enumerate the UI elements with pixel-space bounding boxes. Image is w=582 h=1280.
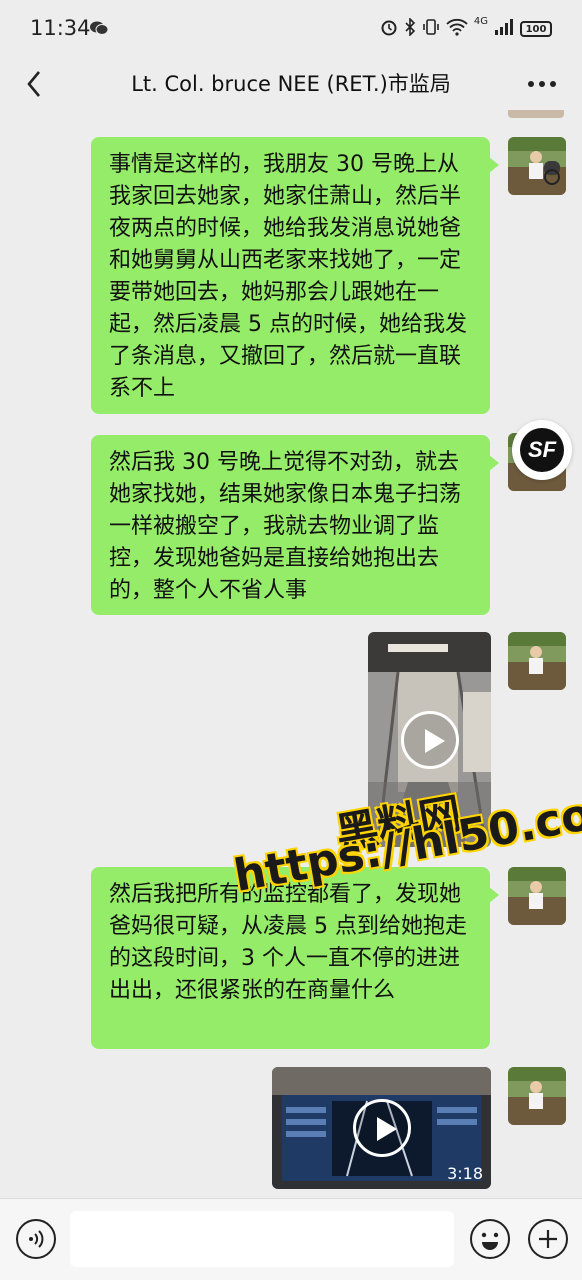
status-icons: 4G 100 <box>380 16 552 42</box>
sf-logo-icon: SF <box>520 428 564 472</box>
voice-input-button[interactable] <box>16 1219 56 1259</box>
play-icon[interactable] <box>400 710 459 769</box>
avatar[interactable] <box>508 867 566 925</box>
sf-express-floating-button[interactable]: SF <box>512 420 572 480</box>
wechat-notification-icon <box>90 20 109 35</box>
back-button[interactable] <box>14 64 54 104</box>
network-type-label: 4G <box>473 16 488 27</box>
more-options-button[interactable] <box>520 66 564 102</box>
video-message[interactable] <box>368 632 491 847</box>
vibrate-icon <box>422 18 440 40</box>
avatar[interactable] <box>508 632 566 690</box>
voice-icon <box>29 1230 44 1248</box>
avatar[interactable] <box>508 1067 566 1125</box>
battery-icon: 100 <box>520 21 552 37</box>
chat-title: Lt. Col. bruce NEE (RET.)市监局 <box>131 72 451 96</box>
message-bubble[interactable]: 然后我把所有的监控都看了，发现她爸妈很可疑，从凌晨 5 点到给她抱走的这段时间，… <box>91 867 499 1049</box>
plus-icon <box>539 1230 557 1248</box>
message-text: 事情是这样的，我朋友 30 号晚上从我家回去她家，她家住萧山，然后半夜两点的时候… <box>109 152 467 401</box>
status-time: 11:34 <box>30 16 91 40</box>
battery-level: 100 <box>525 23 547 35</box>
chevron-left-icon <box>27 71 40 97</box>
video-message[interactable]: 3:18 <box>272 1067 491 1189</box>
previous-message-edge <box>508 110 564 118</box>
wifi-icon <box>446 18 468 40</box>
play-icon[interactable] <box>352 1099 411 1157</box>
message-text: 然后我把所有的监控都看了，发现她爸妈很可疑，从凌晨 5 点到给她抱走的这段时间，… <box>109 882 467 1003</box>
alarm-icon <box>380 18 398 40</box>
more-dots-icon <box>528 81 556 87</box>
signal-icon <box>494 18 514 40</box>
video-duration: 3:18 <box>447 1164 483 1183</box>
status-bar: 11:34 4G 100 <box>0 0 582 58</box>
emoji-button[interactable] <box>470 1219 510 1259</box>
more-actions-button[interactable] <box>528 1219 568 1259</box>
bluetooth-icon <box>404 17 416 40</box>
chat-header: Lt. Col. bruce NEE (RET.)市监局 <box>0 58 582 110</box>
input-bar <box>0 1198 582 1280</box>
chat-message-list[interactable]: 事情是这样的，我朋友 30 号晚上从我家回去她家，她家住萧山，然后半夜两点的时候… <box>0 110 582 1198</box>
message-bubble[interactable]: 然后我 30 号晚上觉得不对劲，就去她家找她，结果她家像日本鬼子扫荡一样被搬空了… <box>91 435 499 615</box>
message-input[interactable] <box>70 1211 454 1267</box>
message-text: 然后我 30 号晚上觉得不对劲，就去她家找她，结果她家像日本鬼子扫荡一样被搬空了… <box>109 450 462 603</box>
message-bubble[interactable]: 事情是这样的，我朋友 30 号晚上从我家回去她家，她家住萧山，然后半夜两点的时候… <box>91 137 499 414</box>
avatar[interactable] <box>508 137 566 195</box>
emoji-icon <box>481 1232 499 1250</box>
